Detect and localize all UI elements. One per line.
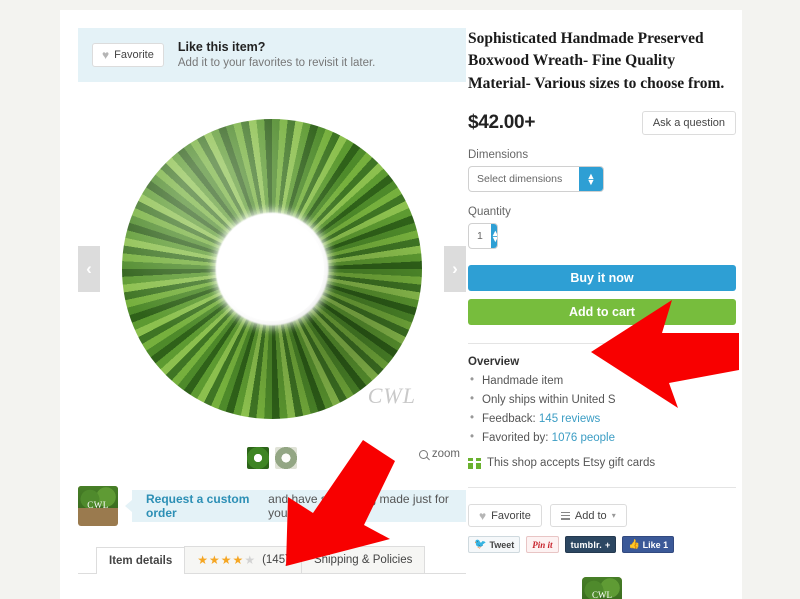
add-to-label: Add to bbox=[574, 509, 607, 522]
overview-item-feedback: Feedback: 145 reviews bbox=[468, 409, 736, 429]
thumbnail-1[interactable] bbox=[247, 447, 269, 469]
tumblr-share-label: tumblr. bbox=[570, 539, 602, 550]
overview-list: Handmade item Only ships within United S… bbox=[468, 371, 736, 448]
custom-order-banner: Request a custom order and have somethin… bbox=[78, 486, 466, 526]
star-rating-icon: ★★★★★ bbox=[197, 553, 257, 567]
product-card: ♥ Favorite Like this item? Add it to you… bbox=[60, 10, 742, 599]
thumbnail-2[interactable] bbox=[275, 447, 297, 469]
overview-item-favorited: Favorited by: 1076 people bbox=[468, 428, 736, 448]
zoom-link-label: zoom bbox=[431, 448, 460, 460]
dimensions-label: Dimensions bbox=[468, 149, 529, 162]
shop-avatar[interactable] bbox=[582, 577, 622, 599]
gallery-prev-button[interactable]: ‹ bbox=[78, 246, 100, 292]
quantity-value: 1 bbox=[477, 230, 483, 243]
wreath-center bbox=[220, 217, 324, 321]
heart-icon: ♥ bbox=[102, 48, 110, 62]
overview-item-favorited-prefix: Favorited by: bbox=[482, 432, 552, 445]
custom-order-link[interactable]: Request a custom order bbox=[146, 492, 268, 520]
tab-shipping-policies-label: Shipping & Policies bbox=[313, 554, 413, 566]
product-image[interactable]: CWL bbox=[122, 119, 422, 419]
custom-order-bubble: Request a custom order and have somethin… bbox=[125, 490, 466, 522]
add-to-cart-button[interactable]: Add to cart bbox=[468, 299, 736, 326]
gift-cards-note: This shop accepts Etsy gift cards bbox=[468, 457, 736, 469]
favorite-banner-button[interactable]: ♥ Favorite bbox=[92, 43, 164, 67]
favorite-banner-text: Like this item? Add it to your favorites… bbox=[178, 39, 376, 71]
action-row: ♥ Favorite Add to ▾ bbox=[468, 504, 736, 528]
overview-title: Overview bbox=[468, 356, 520, 369]
list-icon bbox=[560, 511, 570, 520]
social-share-row: 🐦 Tweet Pin it tumblr. + 👍 Like 1 bbox=[468, 536, 736, 554]
thumbs-up-icon: 👍 bbox=[628, 539, 640, 550]
twitter-share-button[interactable]: 🐦 Tweet bbox=[468, 536, 521, 554]
ask-a-question-label: Ask a question bbox=[652, 117, 725, 130]
tab-shipping-policies[interactable]: Shipping & Policies bbox=[300, 546, 426, 573]
custom-order-rest: and have something made just for you. bbox=[268, 492, 449, 520]
shop-block: CraftsWorldLady in United States bbox=[468, 577, 736, 599]
tumblr-plus-icon: + bbox=[604, 539, 611, 550]
pinterest-share-button[interactable]: Pin it bbox=[526, 536, 559, 554]
dimensions-select[interactable]: Select dimensions ▲ ▼ bbox=[468, 166, 604, 193]
tab-reviews[interactable]: ★★★★★ (145) bbox=[184, 546, 302, 573]
favorite-button[interactable]: ♥ Favorite bbox=[468, 504, 542, 528]
overview-item-handmade-text: Handmade item bbox=[482, 375, 564, 388]
twitter-icon: 🐦 bbox=[474, 539, 487, 551]
quantity-label: Quantity bbox=[468, 206, 511, 219]
favorite-banner-subtitle: Add it to your favorites to revisit it l… bbox=[177, 56, 376, 69]
pinterest-share-label: Pin it bbox=[532, 539, 553, 550]
price-row: $42.00+ Ask a question bbox=[468, 111, 736, 136]
magnifier-icon bbox=[418, 449, 428, 459]
add-to-collection-button[interactable]: Add to ▾ bbox=[549, 504, 627, 528]
twitter-share-label: Tweet bbox=[489, 539, 515, 550]
page-title: Sophisticated Handmade Preserved Boxwood… bbox=[468, 30, 725, 92]
product-price: $42.00+ bbox=[468, 112, 536, 134]
buy-it-now-button[interactable]: Buy it now bbox=[468, 265, 736, 292]
add-to-cart-label: Add to cart bbox=[569, 305, 635, 320]
favorited-by-link[interactable]: 1076 people bbox=[552, 432, 615, 444]
overview-item-feedback-prefix: Feedback: bbox=[482, 413, 539, 426]
favorite-button-label: Favorite bbox=[491, 509, 531, 522]
favorite-banner-title: Like this item? bbox=[177, 39, 266, 54]
buy-it-now-label: Buy it now bbox=[570, 271, 634, 286]
quantity-stepper-icon[interactable]: ▲▼ bbox=[490, 224, 497, 249]
overview-item-handmade: Handmade item bbox=[468, 371, 736, 391]
tab-item-details[interactable]: Item details bbox=[96, 547, 186, 574]
page-root: ♥ Favorite Like this item? Add it to you… bbox=[0, 0, 800, 599]
dimensions-select-value: Select dimensions bbox=[477, 173, 563, 186]
favorite-banner: ♥ Favorite Like this item? Add it to you… bbox=[78, 28, 466, 82]
heart-icon: ♥ bbox=[479, 508, 487, 523]
chevron-right-icon: › bbox=[452, 259, 458, 278]
shop-avatar-small[interactable] bbox=[78, 486, 118, 526]
divider-actions bbox=[468, 487, 736, 489]
detail-tabs: Item details ★★★★★ (145) Shipping & Poli… bbox=[78, 546, 466, 574]
facebook-like-label: Like 1 bbox=[642, 539, 669, 550]
ask-a-question-button[interactable]: Ask a question bbox=[641, 111, 736, 136]
reviews-link[interactable]: 145 reviews bbox=[539, 413, 600, 425]
chevron-down-icon: ▾ bbox=[611, 511, 616, 521]
facebook-like-button[interactable]: 👍 Like 1 bbox=[622, 536, 675, 554]
chevron-left-icon: ‹ bbox=[86, 259, 92, 278]
overview-item-shipping-text: Only ships within United S bbox=[482, 394, 616, 407]
gallery-next-button[interactable]: › bbox=[444, 246, 466, 292]
divider-overview bbox=[468, 343, 736, 345]
product-info-column: Sophisticated Handmade Preserved Boxwood… bbox=[468, 28, 736, 599]
gift-card-icon bbox=[468, 457, 481, 469]
thumbnail-strip: zoom bbox=[78, 444, 466, 472]
favorite-banner-button-label: Favorite bbox=[114, 49, 154, 61]
gallery-column: ♥ Favorite Like this item? Add it to you… bbox=[78, 28, 466, 574]
zoom-link[interactable]: zoom bbox=[418, 448, 460, 460]
tab-reviews-count: (145) bbox=[262, 554, 289, 566]
image-watermark: CWL bbox=[367, 383, 416, 408]
overview-item-shipping: Only ships within United S bbox=[468, 390, 736, 410]
gift-cards-text: This shop accepts Etsy gift cards bbox=[487, 457, 656, 470]
quantity-stepper[interactable]: 1 ▲▼ bbox=[468, 223, 498, 250]
tab-item-details-label: Item details bbox=[109, 555, 173, 567]
tumblr-share-button[interactable]: tumblr. + bbox=[564, 536, 617, 554]
dimensions-stepper-icon[interactable]: ▲ ▼ bbox=[579, 167, 603, 192]
image-stage: ‹ CWL › bbox=[78, 96, 466, 442]
